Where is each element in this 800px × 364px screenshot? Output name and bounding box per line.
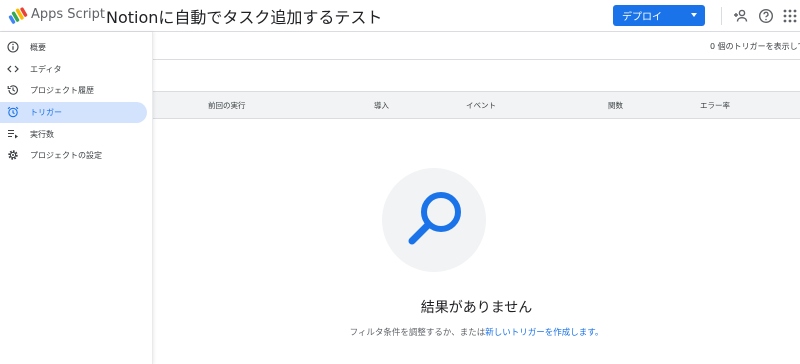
sidebar-item-overview[interactable]: 概要: [0, 37, 147, 58]
sidebar-item-label: プロジェクトの設定: [30, 151, 102, 160]
empty-state-hint-text: フィルタ条件を調整するか、または: [349, 328, 486, 338]
history-icon: [7, 85, 18, 95]
sidebar-item-history[interactable]: プロジェクト履歴: [0, 80, 147, 101]
top-bar: Apps Script Notionに自動でタスク追加するテスト デプロイ: [0, 0, 800, 32]
sidebar-item-label: プロジェクト履歴: [30, 86, 94, 95]
sidebar-item-label: 実行数: [30, 130, 54, 139]
sidebar-item-editor[interactable]: エディタ: [0, 59, 147, 80]
sidebar-item-settings[interactable]: プロジェクトの設定: [0, 145, 147, 166]
app-name[interactable]: Apps Script: [31, 7, 105, 22]
column-header-event[interactable]: イベント: [466, 100, 496, 111]
trigger-count-text: 0 個のトリガーを表示して: [710, 42, 800, 51]
help-icon[interactable]: [758, 8, 774, 24]
gear-icon: [8, 150, 18, 160]
add-person-icon[interactable]: [733, 8, 749, 24]
deploy-button[interactable]: デプロイ: [613, 5, 705, 26]
sidebar-item-label: エディタ: [30, 65, 62, 74]
empty-state-illustration: [382, 168, 486, 272]
executions-icon: [8, 129, 18, 139]
deploy-button-label: デプロイ: [622, 12, 662, 23]
project-title[interactable]: Notionに自動でタスク追加するテスト: [106, 4, 382, 28]
info-icon: [7, 41, 19, 53]
column-header-last-run[interactable]: 前回の実行: [208, 100, 246, 111]
column-header-error-rate[interactable]: エラー率: [700, 100, 730, 111]
sidebar-item-triggers[interactable]: トリガー: [0, 102, 147, 123]
sidebar-item-label: トリガー: [30, 108, 62, 117]
toolbar-strip: [153, 32, 800, 60]
search-icon: [408, 192, 461, 245]
divider: [721, 7, 722, 25]
apps-script-logo-icon[interactable]: [8, 6, 28, 26]
sidebar-item-executions[interactable]: 実行数: [0, 124, 147, 145]
column-header-function[interactable]: 関数: [608, 100, 623, 111]
column-header-deployment[interactable]: 導入: [374, 100, 389, 111]
sidebar: 概要 エディタ プロジェクト履歴 トリガー 実行数 プロジェクトの設定: [0, 32, 153, 364]
create-trigger-link[interactable]: 新しいトリガーを作成します。: [485, 328, 603, 338]
code-icon: [7, 65, 19, 73]
chevron-down-icon: [691, 13, 697, 17]
sidebar-item-label: 概要: [30, 43, 46, 52]
apps-grid-icon[interactable]: [782, 8, 798, 24]
alarm-icon: [7, 106, 19, 118]
